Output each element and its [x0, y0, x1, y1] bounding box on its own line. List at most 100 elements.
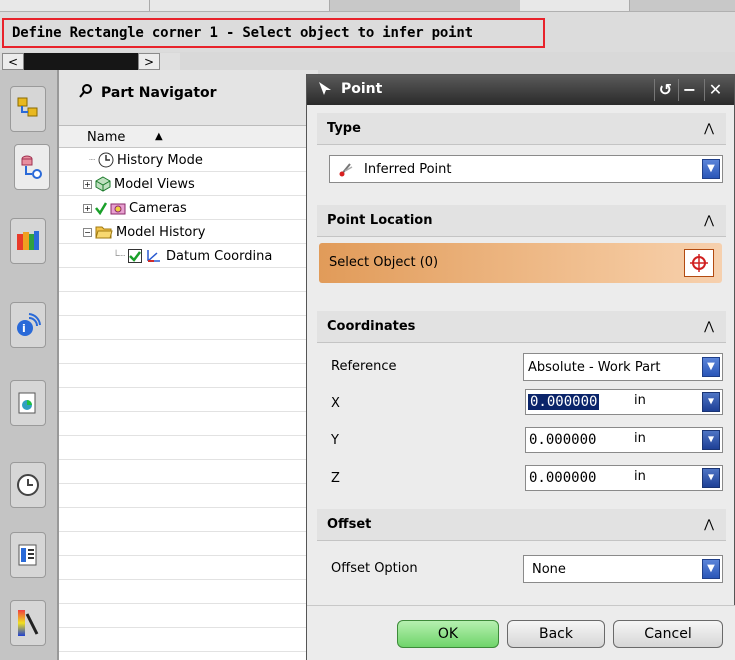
section-title: Offset	[327, 517, 372, 532]
section-title: Type	[327, 121, 361, 136]
assembly-navigator-tab[interactable]	[10, 86, 46, 132]
tree-row[interactable]: └┈ Datum Coordina	[59, 244, 319, 268]
x-value[interactable]: 0.000000	[528, 394, 600, 410]
checkbox-checked-icon[interactable]	[128, 249, 143, 263]
point-dialog-icon	[317, 80, 333, 100]
back-button[interactable]: Back	[507, 620, 605, 648]
tree-row	[59, 556, 319, 580]
tree-row	[59, 484, 319, 508]
web-browser-tab[interactable]: i	[10, 302, 46, 348]
tree-row	[59, 436, 319, 460]
navigator-header: Part Navigator	[59, 70, 318, 126]
dialog-title: Point	[341, 81, 383, 97]
tree-row	[59, 268, 319, 292]
checkmark-icon	[95, 202, 107, 215]
y-label: Y	[331, 433, 339, 448]
x-unit: in	[634, 393, 646, 408]
expand-icon[interactable]: +	[83, 203, 92, 213]
x-field[interactable]: 0.000000 in ▼	[525, 389, 723, 415]
resource-bar: i	[0, 70, 58, 660]
top-toolbar-strip	[0, 0, 735, 12]
tree-row[interactable]: + Cameras	[59, 196, 319, 220]
column-header-label: Name	[87, 130, 126, 145]
chevron-down-icon[interactable]: ▼	[702, 159, 720, 179]
ok-button[interactable]: OK	[397, 620, 499, 648]
select-object-step[interactable]: Select Object (0)	[319, 243, 722, 283]
section-title: Coordinates	[327, 319, 416, 334]
tree-row[interactable]: + Model Views	[59, 172, 319, 196]
offset-option-label: Offset Option	[331, 561, 418, 576]
reset-icon[interactable]: ↺	[654, 79, 676, 101]
scroll-right-button[interactable]: >	[138, 53, 160, 70]
nx-window: Define Rectangle corner 1 - Select objec…	[0, 0, 735, 660]
z-unit: in	[634, 469, 646, 484]
arrow-down-icon[interactable]: ▼	[702, 430, 720, 450]
assembly-navigator-icon	[17, 97, 38, 117]
offset-option-dropdown[interactable]: None ▼	[523, 555, 723, 583]
collapse-caret-icon[interactable]: ⋀	[704, 213, 714, 227]
type-dropdown[interactable]: Inferred Point ▼	[329, 155, 723, 183]
toolbar-segment	[520, 0, 630, 11]
y-unit: in	[634, 431, 646, 446]
minimize-icon[interactable]: −	[678, 79, 700, 101]
reuse-library-icon	[17, 231, 39, 250]
z-field[interactable]: 0.000000 in ▼	[525, 465, 723, 491]
crosshair-icon	[690, 254, 708, 272]
part-navigator-tab[interactable]	[14, 144, 50, 190]
z-value[interactable]: 0.000000	[526, 470, 596, 486]
collapse-caret-icon[interactable]: ⋀	[704, 319, 714, 333]
tree-row	[59, 292, 319, 316]
tree-row	[59, 316, 319, 340]
roles-icon	[18, 610, 39, 636]
y-value[interactable]: 0.000000	[526, 432, 596, 448]
chevron-down-icon[interactable]: ▼	[702, 559, 720, 579]
tree-row	[59, 580, 319, 604]
arrow-down-icon[interactable]: ▼	[702, 392, 720, 412]
toolbar-segment	[0, 0, 150, 11]
tree-row	[59, 340, 319, 364]
scroll-thumb[interactable]	[24, 53, 138, 70]
reference-dropdown[interactable]: Absolute - Work Part ▼	[523, 353, 723, 381]
tree-item-label: History Mode	[117, 152, 203, 168]
y-field[interactable]: 0.000000 in ▼	[525, 427, 723, 453]
collapse-icon[interactable]: −	[83, 227, 92, 237]
collapse-caret-icon[interactable]: ⋀	[704, 517, 714, 531]
reference-label: Reference	[331, 359, 397, 374]
coordinates-section-header[interactable]: Coordinates ⋀	[317, 311, 726, 343]
tree-row[interactable]: − Model History	[59, 220, 319, 244]
datum-csys-icon	[147, 250, 161, 262]
history-palette-tab[interactable]	[10, 380, 46, 426]
reuse-library-tab[interactable]	[10, 218, 46, 264]
history-mode-icon	[98, 152, 114, 168]
system-materials-tab[interactable]	[10, 532, 46, 578]
offset-section-header[interactable]: Offset ⋀	[317, 509, 726, 541]
point-dialog-button[interactable]	[684, 249, 714, 277]
chevron-down-icon[interactable]: ▼	[702, 357, 720, 377]
point-location-section-header[interactable]: Point Location ⋀	[317, 205, 726, 237]
history-tab[interactable]	[10, 462, 46, 508]
scroll-left-button[interactable]: <	[2, 53, 24, 70]
name-column-header[interactable]: Name ▲	[59, 126, 319, 148]
cue-line-bar: Define Rectangle corner 1 - Select objec…	[0, 12, 735, 52]
expand-icon[interactable]: +	[83, 179, 92, 189]
sort-ascending-icon: ▲	[155, 131, 163, 142]
resource-bar-scroller[interactable]: < >	[2, 53, 180, 70]
arrow-down-icon[interactable]: ▼	[702, 468, 720, 488]
type-section-header[interactable]: Type ⋀	[317, 113, 726, 145]
clock-icon	[17, 474, 39, 496]
camera-icon	[110, 203, 126, 215]
tree-row[interactable]: ┈ History Mode	[59, 148, 319, 172]
cancel-button[interactable]: Cancel	[613, 620, 723, 648]
inferred-point-icon	[339, 163, 353, 177]
pin-icon[interactable]	[79, 84, 93, 102]
select-object-label: Select Object (0)	[329, 255, 439, 270]
roles-tab[interactable]	[10, 600, 46, 646]
section-title: Point Location	[327, 213, 433, 228]
x-label: X	[331, 396, 340, 411]
tree-item-label: Model Views	[114, 176, 195, 192]
tree-row	[59, 388, 319, 412]
dialog-titlebar[interactable]: Point ↺ − ✕	[307, 75, 734, 105]
tree-item-label: Datum Coordina	[166, 248, 273, 264]
collapse-caret-icon[interactable]: ⋀	[704, 121, 714, 135]
close-icon[interactable]: ✕	[704, 79, 726, 101]
